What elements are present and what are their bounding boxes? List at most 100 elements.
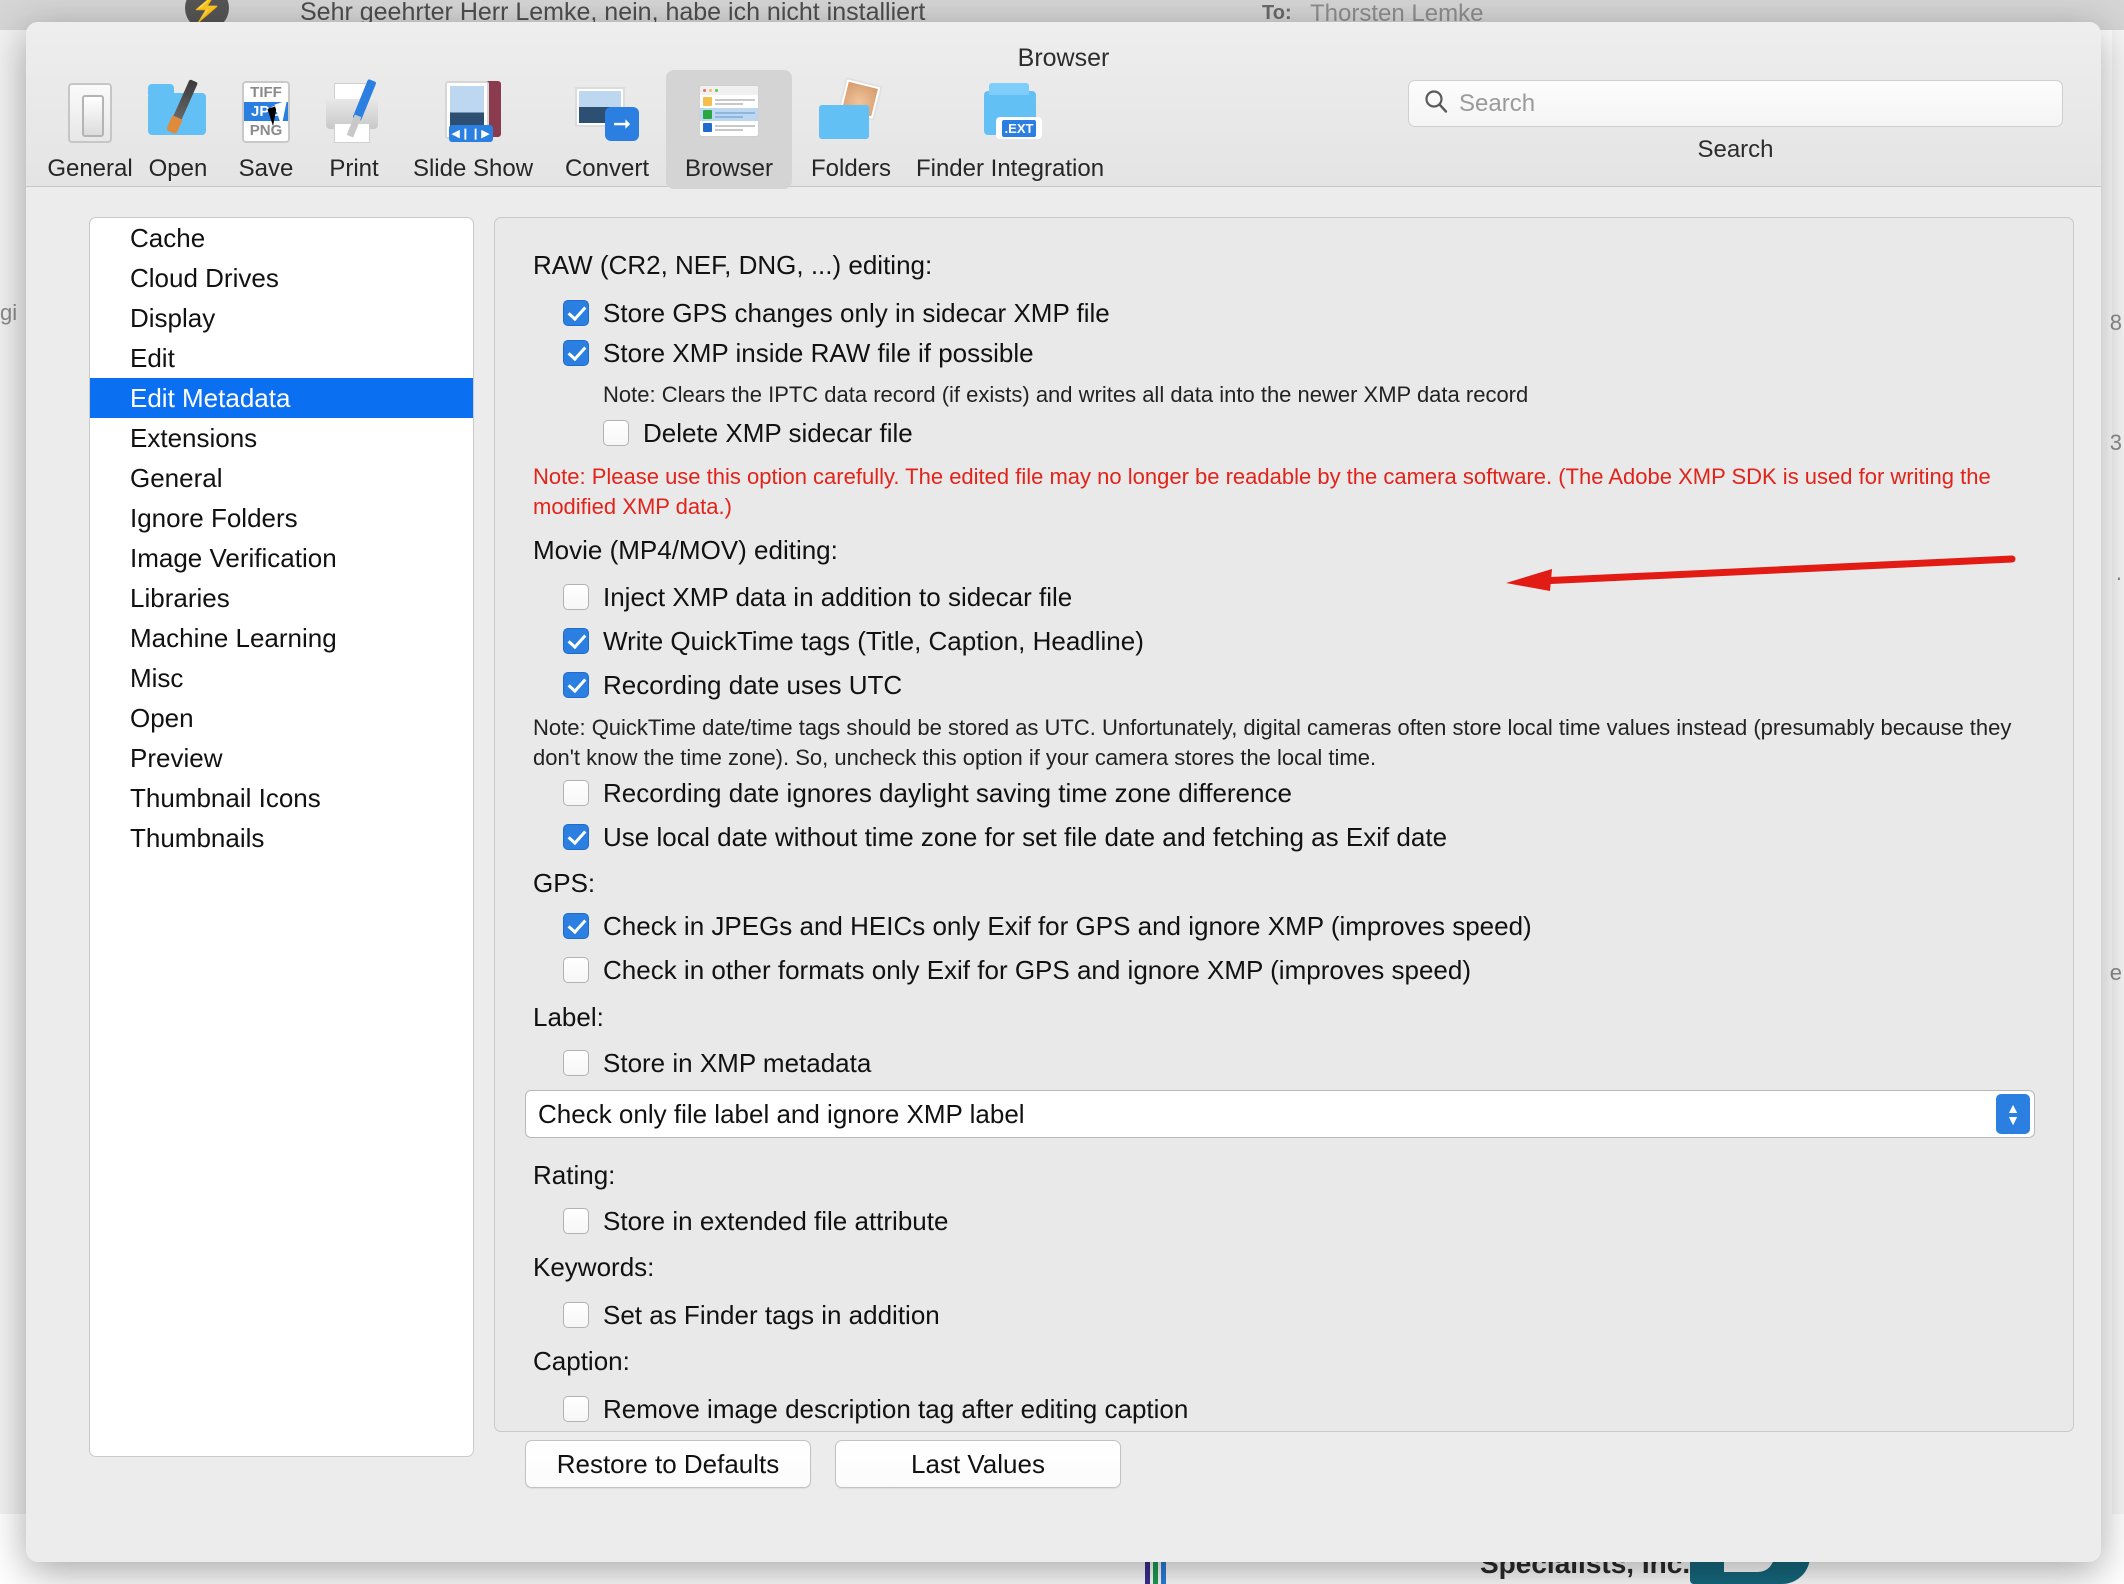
gps-jpeg-heic-checkbox[interactable]: [563, 913, 589, 939]
sidebar-item-misc[interactable]: Misc: [90, 658, 473, 698]
delete-xmp-sidecar-checkbox[interactable]: [603, 420, 629, 446]
background-left-strip: [0, 30, 26, 1584]
save-icon-format-tiff: TIFF: [250, 84, 282, 101]
toolbar-item-save-label: Save: [238, 155, 294, 182]
toolbar-item-browser[interactable]: Browser: [666, 70, 792, 189]
toolbar-item-general[interactable]: General: [46, 70, 134, 189]
finder-integration-icon: .EXT: [974, 77, 1046, 149]
toolbar-item-folders-label: Folders: [810, 155, 892, 182]
keywords-finder-tags-label: Set as Finder tags in addition: [603, 1300, 940, 1330]
recording-date-dst-label: Recording date ignores daylight saving t…: [603, 778, 1292, 808]
toolbar-item-slide-show[interactable]: ◀❙❙▶ Slide Show: [398, 70, 548, 189]
store-gps-sidecar-label: Store GPS changes only in sidecar XMP fi…: [603, 298, 1110, 328]
label-store-xmp-checkbox[interactable]: [563, 1050, 589, 1076]
option-store-xmp-inside-raw[interactable]: Store XMP inside RAW file if possible: [563, 336, 1034, 370]
raw-note-clears: Note: Clears the IPTC data record (if ex…: [603, 382, 1529, 407]
write-quicktime-tags-label: Write QuickTime tags (Title, Caption, He…: [603, 626, 1144, 656]
keywords-finder-tags-checkbox[interactable]: [563, 1302, 589, 1328]
preferences-sidebar[interactable]: Cache Cloud Drives Display Edit Edit Met…: [89, 217, 474, 1457]
sidebar-item-image-verification[interactable]: Image Verification: [90, 538, 473, 578]
store-xmp-inside-raw-checkbox[interactable]: [563, 340, 589, 366]
edit-metadata-panel: RAW (CR2, NEF, DNG, ...) editing: Store …: [494, 217, 2074, 1488]
sidebar-item-cache[interactable]: Cache: [90, 218, 473, 258]
browser-window-icon: [693, 77, 765, 149]
toolbar-item-save[interactable]: TIFF JPG PNG Save: [222, 70, 310, 189]
option-write-quicktime-tags[interactable]: Write QuickTime tags (Title, Caption, He…: [563, 624, 1144, 658]
toolbar-item-browser-label: Browser: [684, 155, 774, 182]
option-recording-date-utc[interactable]: Recording date uses UTC: [563, 668, 902, 702]
printer-icon: [318, 77, 390, 149]
gps-other-formats-checkbox[interactable]: [563, 957, 589, 983]
file-formats-icon: TIFF JPG PNG: [230, 77, 302, 149]
folders-photos-icon: [815, 76, 887, 149]
rating-extended-attr-label: Store in extended file attribute: [603, 1206, 949, 1236]
recording-date-utc-checkbox[interactable]: [563, 672, 589, 698]
label-mode-select-value: Check only file label and ignore XMP lab…: [538, 1098, 1025, 1129]
gps-section-heading: GPS:: [533, 868, 596, 898]
inject-xmp-checkbox[interactable]: [563, 584, 589, 610]
sidebar-item-thumbnail-icons[interactable]: Thumbnail Icons: [90, 778, 473, 818]
option-inject-xmp[interactable]: Inject XMP data in addition to sidecar f…: [563, 580, 1072, 614]
option-gps-other-formats[interactable]: Check in other formats only Exif for GPS…: [563, 953, 1471, 987]
delete-xmp-sidecar-label: Delete XMP sidecar file: [643, 418, 913, 448]
background-right-strip: [2112, 30, 2124, 1584]
preferences-toolbar: General Open TIFF JPG PNG Save Print ◀❙❙…: [46, 70, 1110, 189]
sidebar-item-edit-metadata[interactable]: Edit Metadata: [90, 378, 473, 418]
background-left-text: gi: [0, 300, 18, 325]
annotation-arrow-icon: [1506, 555, 2016, 591]
store-gps-sidecar-checkbox[interactable]: [563, 300, 589, 326]
background-right-text-4: e: [2109, 960, 2122, 985]
sidebar-item-machine-learning[interactable]: Machine Learning: [90, 618, 473, 658]
use-local-date-checkbox[interactable]: [563, 824, 589, 850]
caption-section-heading: Caption:: [533, 1346, 630, 1376]
toolbar-item-print-label: Print: [329, 155, 379, 182]
sidebar-item-edit[interactable]: Edit: [90, 338, 473, 378]
search-caption: Search: [1697, 136, 1774, 163]
sidebar-item-general[interactable]: General: [90, 458, 473, 498]
rating-section-heading: Rating:: [533, 1160, 616, 1190]
write-quicktime-tags-checkbox[interactable]: [563, 628, 589, 654]
option-label-store-xmp[interactable]: Store in XMP metadata: [563, 1046, 871, 1080]
sidebar-item-display[interactable]: Display: [90, 298, 473, 338]
toolbar-item-general-label: General: [47, 155, 133, 182]
option-keywords-finder-tags[interactable]: Set as Finder tags in addition: [563, 1298, 940, 1332]
toolbar-item-print[interactable]: Print: [310, 70, 398, 189]
recording-date-utc-label: Recording date uses UTC: [603, 670, 903, 700]
search-field[interactable]: [1408, 80, 2063, 127]
option-caption-remove-desc[interactable]: Remove image description tag after editi…: [563, 1392, 1188, 1426]
sidebar-item-cloud-drives[interactable]: Cloud Drives: [90, 258, 473, 298]
toolbar-item-finder-integration[interactable]: .EXT Finder Integration: [910, 70, 1110, 189]
option-delete-xmp-sidecar[interactable]: Delete XMP sidecar file: [603, 416, 913, 450]
last-values-button[interactable]: Last Values: [835, 1440, 1121, 1488]
sidebar-item-ignore-folders[interactable]: Ignore Folders: [90, 498, 473, 538]
label-mode-select[interactable]: Check only file label and ignore XMP lab…: [525, 1090, 2035, 1138]
toolbar-item-slide-show-label: Slide Show: [412, 155, 534, 182]
option-use-local-date[interactable]: Use local date without time zone for set…: [563, 820, 1447, 854]
sidebar-item-thumbnails[interactable]: Thumbnails: [90, 818, 473, 858]
movie-section-heading: Movie (MP4/MOV) editing:: [533, 535, 838, 565]
toolbar-item-convert[interactable]: ➞ Convert: [548, 70, 666, 189]
sidebar-item-extensions[interactable]: Extensions: [90, 418, 473, 458]
chevron-updown-icon[interactable]: ▲ ▼: [1996, 1094, 2030, 1134]
sidebar-item-libraries[interactable]: Libraries: [90, 578, 473, 618]
keywords-section-heading: Keywords:: [533, 1252, 655, 1282]
toolbar-item-open[interactable]: Open: [134, 70, 222, 189]
sidebar-item-open[interactable]: Open: [90, 698, 473, 738]
rating-extended-attr-checkbox[interactable]: [563, 1208, 589, 1234]
option-recording-date-dst[interactable]: Recording date ignores daylight saving t…: [563, 776, 1292, 810]
caption-remove-desc-checkbox[interactable]: [563, 1396, 589, 1422]
search-input[interactable]: [1459, 89, 2048, 118]
option-gps-jpeg-heic[interactable]: Check in JPEGs and HEICs only Exif for G…: [563, 909, 1532, 943]
sidebar-item-preview[interactable]: Preview: [90, 738, 473, 778]
option-store-gps-sidecar[interactable]: Store GPS changes only in sidecar XMP fi…: [563, 296, 1110, 330]
inject-xmp-label: Inject XMP data in addition to sidecar f…: [603, 582, 1073, 612]
restore-to-defaults-button[interactable]: Restore to Defaults: [525, 1440, 811, 1488]
label-store-xmp-label: Store in XMP metadata: [603, 1048, 872, 1078]
search-area: Search: [1408, 80, 2063, 164]
caption-remove-desc-label: Remove image description tag after editi…: [603, 1394, 1189, 1424]
option-rating-extended-attr[interactable]: Store in extended file attribute: [563, 1204, 948, 1238]
recording-date-dst-checkbox[interactable]: [563, 780, 589, 806]
preferences-window: Browser General Open TIFF JPG PNG Save P…: [26, 22, 2101, 1562]
finder-ext-badge: .EXT: [1001, 119, 1037, 137]
toolbar-item-folders[interactable]: Folders: [792, 70, 910, 189]
